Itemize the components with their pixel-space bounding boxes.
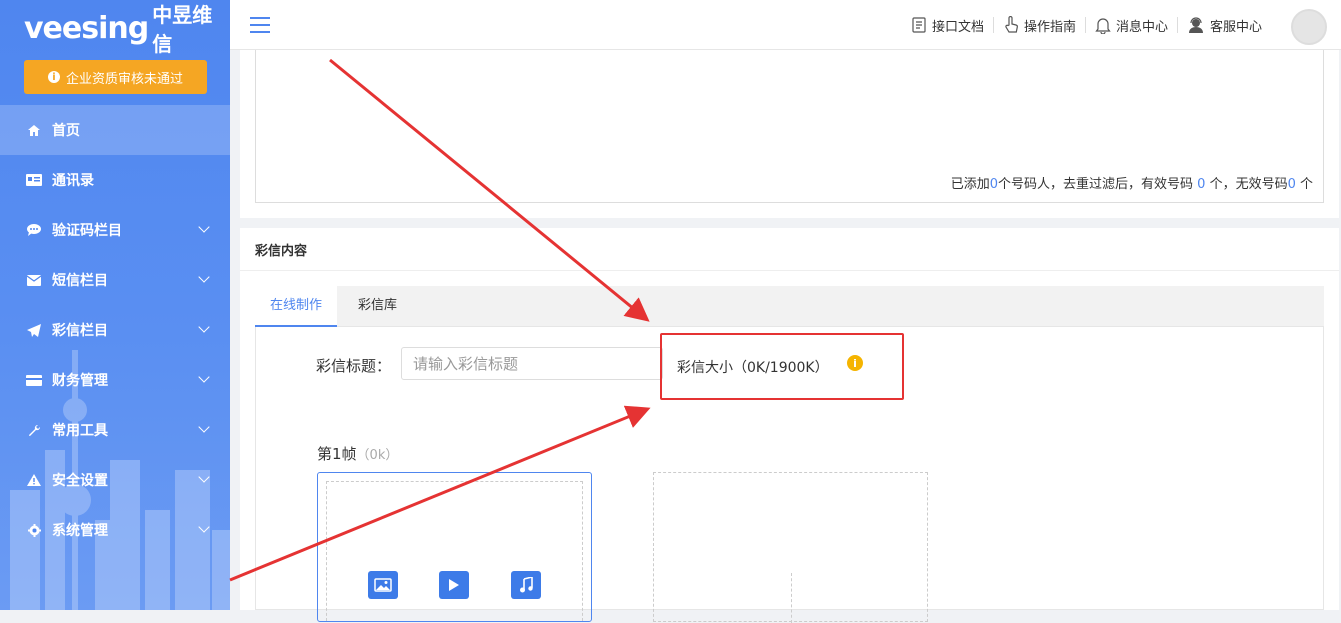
support-agent-icon bbox=[1188, 17, 1203, 33]
message-center-link[interactable]: 消息中心 bbox=[1086, 17, 1178, 35]
sidebar-item-label: 安全设置 bbox=[52, 473, 108, 489]
gear-icon bbox=[26, 523, 42, 537]
sidebar-item-label: 财务管理 bbox=[52, 373, 108, 389]
credit-card-icon bbox=[26, 373, 42, 387]
top-bar: 接口文档 操作指南 消息中心 客服中心 bbox=[230, 0, 1341, 50]
mms-size-text: 彩信大小（0K/1900K） bbox=[677, 360, 829, 376]
stat-text: 已添加 bbox=[950, 177, 990, 192]
video-icon[interactable] bbox=[439, 571, 469, 599]
sidebar-item-security[interactable]: 安全设置 bbox=[0, 455, 230, 505]
chevron-down-icon bbox=[198, 321, 210, 333]
warning-label: 企业资质审核未通过 bbox=[65, 71, 183, 87]
tab-online-create[interactable]: 在线制作 bbox=[255, 286, 338, 327]
sidebar-menu: 首页 通讯录 验证码栏目 短信栏目 彩信栏目 财务管理 常用工具 安全设置 系统… bbox=[0, 105, 230, 555]
invalid-count: 0 bbox=[1287, 177, 1296, 192]
stat-text: 个，无效号码 bbox=[1205, 177, 1288, 192]
chevron-down-icon bbox=[198, 271, 210, 283]
frame-drop-area[interactable] bbox=[326, 481, 583, 621]
sidebar-item-contacts[interactable]: 通讯录 bbox=[0, 155, 230, 205]
chevron-down-icon bbox=[198, 221, 210, 233]
frame-card[interactable] bbox=[317, 472, 592, 622]
message-center-label: 消息中心 bbox=[1115, 19, 1168, 35]
sidebar-item-home[interactable]: 首页 bbox=[0, 105, 230, 155]
sidebar-item-tools[interactable]: 常用工具 bbox=[0, 405, 230, 455]
sidebar-item-verification[interactable]: 验证码栏目 bbox=[0, 205, 230, 255]
envelope-icon bbox=[26, 273, 42, 287]
logo-chinese: 中昱维信 bbox=[152, 3, 213, 56]
sidebar-item-sms[interactable]: 短信栏目 bbox=[0, 255, 230, 305]
logo[interactable]: veesing 中昱维信 bbox=[24, 3, 230, 56]
recipients-stats: 已添加0个号码人，去重过滤后，有效号码 0 个，无效号码0 个 bbox=[951, 173, 1313, 192]
support-center-label: 客服中心 bbox=[1209, 19, 1262, 35]
sidebar: veesing 中昱维信 i 企业资质审核未通过 首页 通讯录 验证码栏目 短信… bbox=[0, 0, 230, 610]
chevron-down-icon bbox=[198, 471, 210, 483]
divider bbox=[240, 270, 1339, 271]
support-center-link[interactable]: 客服中心 bbox=[1178, 17, 1271, 35]
frame-label: 第1帧（0k） bbox=[317, 443, 398, 464]
frame-size: （0k） bbox=[356, 448, 399, 463]
api-docs-label: 接口文档 bbox=[931, 19, 984, 35]
sidebar-item-label: 常用工具 bbox=[52, 423, 108, 439]
info-icon: i bbox=[47, 71, 60, 83]
top-links: 接口文档 操作指南 消息中心 客服中心 bbox=[902, 0, 1271, 50]
chat-bubble-icon bbox=[26, 223, 42, 237]
guide-link[interactable]: 操作指南 bbox=[994, 16, 1086, 35]
sidebar-item-label: 系统管理 bbox=[52, 523, 108, 539]
added-count: 0 bbox=[989, 177, 999, 192]
sidebar-item-label: 验证码栏目 bbox=[52, 223, 122, 239]
sidebar-item-finance[interactable]: 财务管理 bbox=[0, 355, 230, 405]
sidebar-item-label: 短信栏目 bbox=[52, 273, 108, 289]
frame-title: 第1帧 bbox=[317, 445, 357, 463]
home-icon bbox=[26, 123, 42, 137]
mms-content-panel: 彩信内容 在线制作 彩信库 彩信标题： 彩信大小（0K/1900K） i 第1帧… bbox=[240, 228, 1339, 623]
chevron-down-icon bbox=[198, 371, 210, 383]
guide-label: 操作指南 bbox=[1023, 19, 1076, 35]
hand-pointer-icon bbox=[1005, 16, 1018, 33]
recipients-box[interactable]: 已添加0个号码人，去重过滤后，有效号码 0 个，无效号码0 个 bbox=[255, 50, 1324, 203]
size-highlight-box: 彩信大小（0K/1900K） i bbox=[660, 333, 904, 400]
stat-text: 个号码人，去重过滤后，有效号码 bbox=[998, 177, 1198, 192]
chevron-down-icon bbox=[198, 521, 210, 533]
wrench-icon bbox=[26, 423, 42, 437]
chevron-down-icon bbox=[198, 421, 210, 433]
menu-toggle-icon[interactable] bbox=[250, 17, 270, 33]
info-icon[interactable]: i bbox=[847, 355, 863, 371]
sidebar-item-label: 彩信栏目 bbox=[52, 323, 108, 339]
api-docs-link[interactable]: 接口文档 bbox=[902, 17, 994, 35]
sidebar-item-mms[interactable]: 彩信栏目 bbox=[0, 305, 230, 355]
sidebar-item-system[interactable]: 系统管理 bbox=[0, 505, 230, 555]
sidebar-item-label: 通讯录 bbox=[52, 173, 94, 189]
title-label: 彩信标题： bbox=[316, 357, 392, 375]
contacts-icon bbox=[26, 173, 42, 187]
bell-icon bbox=[1095, 17, 1111, 34]
stat-text: 个 bbox=[1295, 177, 1313, 192]
document-icon bbox=[912, 17, 926, 33]
recipients-panel: 已添加0个号码人，去重过滤后，有效号码 0 个，无效号码0 个 bbox=[240, 50, 1339, 218]
image-icon[interactable] bbox=[368, 571, 398, 599]
qualification-warning-button[interactable]: i 企业资质审核未通过 bbox=[24, 60, 207, 94]
preview-divider bbox=[791, 573, 792, 623]
section-title: 彩信内容 bbox=[255, 244, 308, 259]
mms-editor: 彩信标题： 彩信大小（0K/1900K） i 第1帧（0k） bbox=[255, 327, 1324, 623]
paper-plane-icon bbox=[26, 323, 42, 337]
music-icon[interactable] bbox=[511, 571, 541, 599]
frame-preview bbox=[653, 472, 928, 623]
avatar[interactable] bbox=[1291, 9, 1327, 45]
mms-title-input[interactable] bbox=[401, 347, 663, 380]
warning-icon bbox=[26, 473, 42, 487]
tab-mms-library[interactable]: 彩信库 bbox=[343, 286, 412, 327]
sidebar-item-label: 首页 bbox=[52, 123, 80, 139]
mms-tabs: 在线制作 彩信库 bbox=[255, 286, 1324, 327]
logo-brand: veesing bbox=[24, 10, 149, 46]
